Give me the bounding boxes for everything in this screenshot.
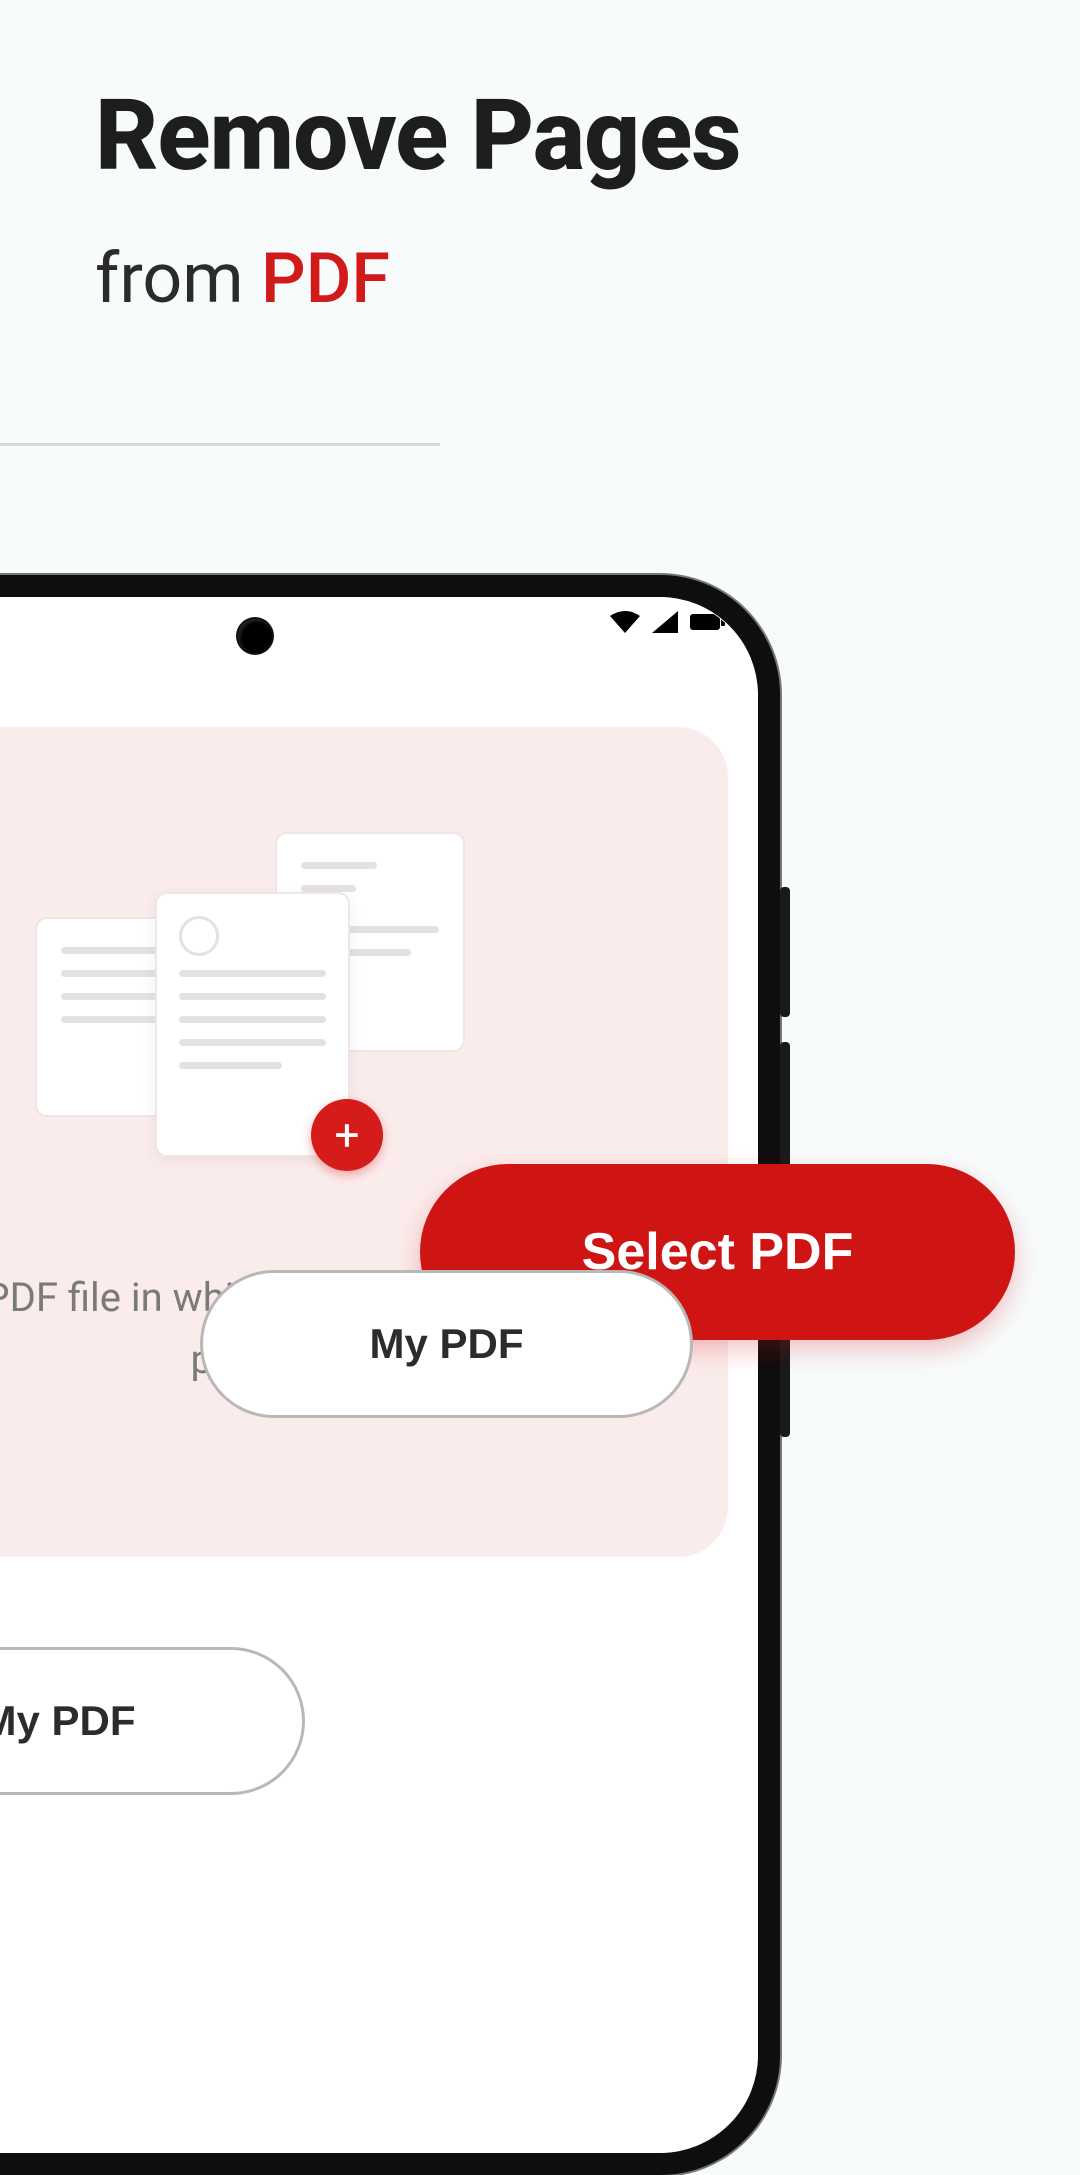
add-icon: + [311, 1099, 383, 1171]
plus-icon: + [335, 1109, 360, 1161]
my-pdf-button[interactable]: My PDF [200, 1270, 693, 1418]
divider-line [0, 443, 440, 446]
my-pdf-label: My PDF [369, 1320, 523, 1368]
battery-icon [690, 612, 726, 632]
my-pdf-label: My PDF [0, 1697, 136, 1745]
phone-side-button [780, 1042, 790, 1172]
hero-header: Remove Pages from PDF [95, 85, 1020, 320]
subtitle-from: from [95, 238, 261, 320]
cellular-icon [652, 611, 678, 633]
front-camera [238, 619, 272, 653]
page-title: Remove Pages [95, 85, 1020, 188]
my-pdf-button[interactable]: My PDF [0, 1647, 305, 1795]
subtitle-pdf: PDF [261, 238, 390, 320]
phone-side-button [780, 887, 790, 1017]
documents-illustration: + [35, 797, 465, 1157]
status-bar [0, 597, 758, 687]
status-icons [610, 611, 726, 633]
page-subtitle: from PDF [95, 238, 1020, 320]
select-file-card: + Select PDF file in which you want to r… [0, 727, 728, 1557]
wifi-icon [610, 611, 640, 633]
